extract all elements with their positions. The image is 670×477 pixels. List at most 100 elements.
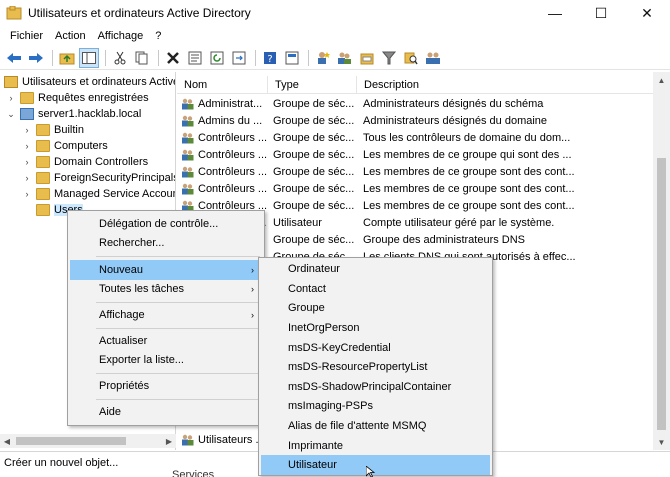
- menu-affichage[interactable]: Affichage: [92, 30, 150, 42]
- list-row[interactable]: Contrôleurs ... Groupe de séc... Les membr…: [177, 146, 653, 163]
- view-icon[interactable]: [282, 48, 302, 68]
- collapse-chevron-icon[interactable]: ⌄: [6, 109, 16, 119]
- list-header: Nom Type Description: [177, 76, 653, 94]
- scroll-down-icon[interactable]: ▼: [653, 434, 670, 450]
- expand-chevron-icon[interactable]: ›: [6, 93, 16, 103]
- submenu-arrow-icon: ›: [251, 310, 254, 320]
- cell-name: Contrôleurs ...: [177, 132, 268, 144]
- expand-chevron-icon[interactable]: ›: [22, 141, 32, 151]
- find-icon[interactable]: [401, 48, 421, 68]
- ctx-item-refresh[interactable]: Actualiser: [70, 331, 262, 351]
- minimize-button[interactable]: —: [532, 0, 578, 26]
- maximize-button[interactable]: ☐: [578, 0, 624, 26]
- new-item-group[interactable]: Groupe: [261, 298, 490, 318]
- add-to-group-icon[interactable]: [423, 48, 443, 68]
- help-icon[interactable]: ?: [260, 48, 280, 68]
- ctx-item-help[interactable]: Aide: [70, 402, 262, 422]
- tree-item-managed-service-accounts[interactable]: › Managed Service Accoun: [22, 186, 176, 202]
- scrollbar-thumb[interactable]: [16, 437, 126, 445]
- new-item-printer[interactable]: Imprimante: [261, 436, 490, 456]
- folder-icon: [36, 204, 50, 216]
- ctx-item-view[interactable]: Affichage ›: [70, 305, 262, 325]
- tree-item-computers[interactable]: › Computers: [22, 138, 108, 154]
- new-user-icon[interactable]: [313, 48, 333, 68]
- tree-item-saved-queries[interactable]: › Requêtes enregistrées: [6, 90, 149, 106]
- tree-item-builtin[interactable]: › Builtin: [22, 122, 84, 138]
- group-icon: [181, 166, 195, 178]
- ctx-item-delegation[interactable]: Délégation de contrôle...: [70, 214, 262, 234]
- list-vertical-scrollbar[interactable]: ▲ ▼: [653, 72, 670, 450]
- status-text: Créer un nouvel objet...: [4, 457, 119, 469]
- cut-icon[interactable]: [110, 48, 130, 68]
- cell-description: Les membres de ce groupe qui sont des ..…: [363, 148, 572, 161]
- list-row[interactable]: Contrôleurs ... Groupe de séc... Tous les …: [177, 129, 653, 146]
- back-arrow-icon[interactable]: [4, 48, 24, 68]
- cell-type: Groupe de séc...: [273, 97, 355, 110]
- tree-item-domain[interactable]: ⌄ server1.hacklab.local: [6, 106, 141, 122]
- delete-icon[interactable]: [163, 48, 183, 68]
- list-row[interactable]: Administrat... Groupe de séc... Administra…: [177, 95, 653, 112]
- menu-help[interactable]: ?: [149, 30, 167, 42]
- expand-chevron-icon[interactable]: ›: [22, 125, 32, 135]
- refresh-icon[interactable]: [207, 48, 227, 68]
- expand-chevron-icon[interactable]: ›: [22, 189, 32, 199]
- folder-icon: [36, 140, 50, 152]
- forward-arrow-icon[interactable]: [26, 48, 46, 68]
- new-item-computer[interactable]: Ordinateur: [261, 259, 490, 279]
- new-item-msmq-queue-alias[interactable]: Alias de file d'attente MSMQ: [261, 416, 490, 436]
- scroll-right-icon[interactable]: ▶: [162, 434, 176, 448]
- scroll-up-icon[interactable]: ▲: [653, 72, 670, 88]
- expand-chevron-icon[interactable]: ›: [22, 157, 32, 167]
- menu-fichier[interactable]: Fichier: [4, 30, 49, 42]
- ctx-item-properties[interactable]: Propriétés: [70, 376, 262, 396]
- tree-horizontal-scrollbar[interactable]: ◀ ▶: [0, 434, 176, 448]
- column-header-type[interactable]: Type: [268, 76, 357, 94]
- tree-root-label: Utilisateurs et ordinateurs Active: [22, 76, 176, 88]
- tree-item-label: server1.hacklab.local: [38, 108, 142, 120]
- cell-name-text: Contrôleurs ...: [198, 131, 268, 144]
- column-header-description[interactable]: Description: [357, 76, 653, 94]
- group-icon: [181, 434, 195, 446]
- tree-item-label: Builtin: [54, 124, 84, 136]
- menu-action[interactable]: Action: [49, 30, 92, 42]
- list-row[interactable]: Admins du ... Groupe de séc... Administrat…: [177, 112, 653, 129]
- new-submenu: Ordinateur Contact Groupe InetOrgPerson …: [258, 257, 493, 476]
- ctx-item-export-list[interactable]: Exporter la liste...: [70, 350, 262, 370]
- cell-name: Admins du ...: [177, 115, 268, 127]
- copy-icon[interactable]: [132, 48, 152, 68]
- new-group-icon[interactable]: [335, 48, 355, 68]
- show-tree-icon[interactable]: [79, 47, 99, 68]
- tree-item-domain-controllers[interactable]: › Domain Controllers: [22, 154, 148, 170]
- tree-item-foreign-security-principals[interactable]: › ForeignSecurityPrincipals: [22, 170, 175, 186]
- list-row[interactable]: Contrôleurs ... Groupe de séc... Les membr…: [177, 180, 653, 197]
- new-item-msds-keycredential[interactable]: msDS-KeyCredential: [261, 338, 490, 358]
- scroll-left-icon[interactable]: ◀: [0, 434, 14, 448]
- export-list-icon[interactable]: [229, 48, 249, 68]
- cell-description: Groupe des administrateurs DNS: [363, 233, 526, 246]
- ctx-item-all-tasks[interactable]: Toutes les tâches ›: [70, 279, 262, 299]
- new-item-msds-resourcepropertylist[interactable]: msDS-ResourcePropertyList: [261, 357, 490, 377]
- close-button[interactable]: ✕: [624, 0, 670, 26]
- expand-chevron-icon[interactable]: ›: [22, 173, 32, 183]
- new-item-contact[interactable]: Contact: [261, 279, 490, 299]
- scrollbar-thumb[interactable]: [657, 158, 666, 430]
- column-header-name[interactable]: Nom: [177, 76, 268, 94]
- cell-name: Contrôleurs ...: [177, 183, 268, 195]
- tree-item-label: Managed Service Accoun: [54, 188, 176, 200]
- new-item-inetorgperson[interactable]: InetOrgPerson: [261, 318, 490, 338]
- new-item-msimaging-psps[interactable]: msImaging-PSPs: [261, 396, 490, 416]
- up-folder-icon[interactable]: [57, 48, 77, 68]
- properties-icon[interactable]: [185, 48, 205, 68]
- ctx-item-search[interactable]: Rechercher...: [70, 233, 262, 253]
- cell-name-text: Contrôleurs ...: [198, 182, 268, 195]
- ctx-item-new[interactable]: Nouveau ›: [70, 260, 262, 280]
- new-item-msds-shadowprincipalcontainer[interactable]: msDS-ShadowPrincipalContainer: [261, 377, 490, 397]
- cell-type: Groupe de séc...: [273, 233, 355, 246]
- list-row[interactable]: Contrôleurs ... Groupe de séc... Les membr…: [177, 163, 653, 180]
- toolbar: ?: [0, 46, 670, 70]
- tree-root[interactable]: Utilisateurs et ordinateurs Active: [4, 74, 176, 90]
- new-ou-icon[interactable]: [357, 48, 377, 68]
- group-icon: [181, 149, 195, 161]
- mouse-cursor-icon: [365, 465, 376, 477]
- filter-icon[interactable]: [379, 48, 399, 68]
